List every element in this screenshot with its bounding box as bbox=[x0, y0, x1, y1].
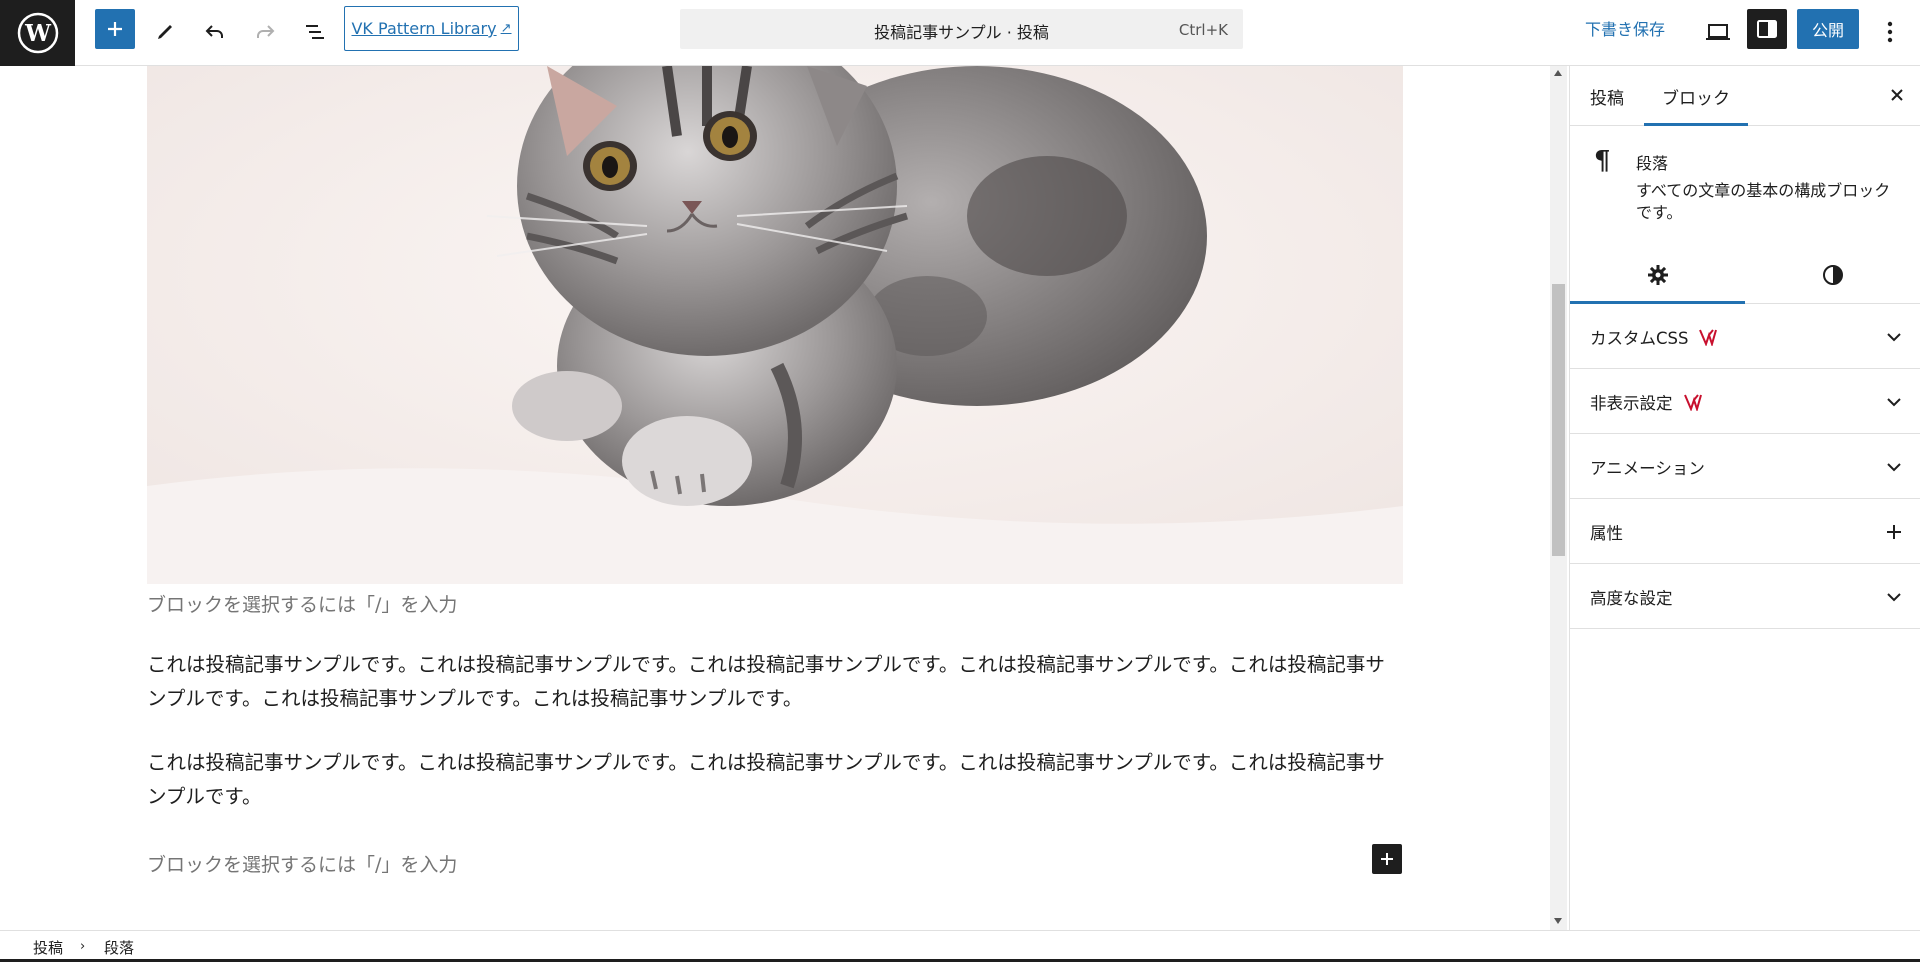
scroll-down-arrow-icon[interactable] bbox=[1554, 918, 1562, 924]
editor-canvas: ブロックを選択するには「/」を入力 これは投稿記事サンプルです。これは投稿記事サ… bbox=[0, 66, 1550, 930]
image-block[interactable] bbox=[147, 66, 1403, 584]
paragraph-block[interactable]: これは投稿記事サンプルです。これは投稿記事サンプルです。これは投稿記事サンプルで… bbox=[147, 746, 1403, 814]
panel-custom-css[interactable]: カスタムCSS bbox=[1570, 304, 1920, 369]
block-breadcrumb: 投稿 › 段落 bbox=[0, 930, 1920, 962]
panel-visibility[interactable]: 非表示設定 bbox=[1570, 369, 1920, 434]
panel-visibility-header: 非表示設定 bbox=[1590, 390, 1703, 414]
panel-attributes[interactable]: 属性 bbox=[1570, 499, 1920, 564]
paragraph-icon: ¶ bbox=[1594, 146, 1611, 176]
panel-custom-css-label: カスタムCSS bbox=[1590, 329, 1689, 348]
vk-badge-icon bbox=[1698, 328, 1718, 346]
list-view-icon bbox=[306, 25, 324, 39]
tools-button[interactable] bbox=[143, 10, 187, 54]
block-card-title: 段落 bbox=[1636, 154, 1669, 173]
block-appender-placeholder[interactable]: ブロックを選択するには「/」を入力 bbox=[147, 590, 457, 617]
tab-block[interactable]: ブロック bbox=[1662, 84, 1730, 109]
options-button[interactable] bbox=[1870, 10, 1910, 54]
close-icon bbox=[1891, 89, 1903, 101]
breadcrumb-item-post[interactable]: 投稿 bbox=[33, 937, 63, 958]
desktop-preview-icon bbox=[1706, 24, 1730, 40]
panel-animation[interactable]: アニメーション bbox=[1570, 434, 1920, 499]
document-overview-button[interactable] bbox=[293, 10, 337, 54]
plus-icon bbox=[1381, 853, 1393, 865]
vk-badge-icon bbox=[1683, 393, 1703, 411]
pencil-icon bbox=[158, 25, 172, 39]
preview-button[interactable] bbox=[1696, 10, 1740, 54]
add-block-button[interactable] bbox=[95, 9, 135, 49]
vk-pattern-library-link[interactable]: VK Pattern Library ↗ bbox=[344, 6, 519, 51]
scrollbar-thumb[interactable] bbox=[1552, 284, 1565, 556]
document-title: 投稿記事サンプル · 投稿 bbox=[874, 23, 1049, 42]
chevron-down-icon bbox=[1887, 398, 1901, 407]
inspector-tabs bbox=[1570, 246, 1920, 304]
chevron-down-icon bbox=[1887, 333, 1901, 342]
block-appender-placeholder[interactable]: ブロックを選択するには「/」を入力 bbox=[147, 850, 457, 877]
settings-sidebar-toggle[interactable] bbox=[1747, 9, 1787, 49]
plus-icon bbox=[108, 22, 122, 36]
sidebar-tabs: 投稿 ブロック bbox=[1570, 66, 1920, 126]
editor-scrollbar[interactable] bbox=[1550, 66, 1567, 930]
block-card: ¶ 段落 すべての文章の基本の構成ブロックです。 bbox=[1570, 126, 1920, 246]
redo-button[interactable] bbox=[243, 10, 287, 54]
scroll-up-arrow-icon[interactable] bbox=[1554, 70, 1562, 76]
panel-visibility-label: 非表示設定 bbox=[1590, 394, 1673, 413]
sidebar-toggle-icon bbox=[1757, 20, 1777, 38]
breadcrumb-separator-icon: › bbox=[80, 939, 86, 954]
panel-custom-css-header: カスタムCSS bbox=[1590, 325, 1718, 349]
save-draft-button[interactable]: 下書き保存 bbox=[1585, 16, 1665, 40]
styles-contrast-icon bbox=[1822, 265, 1843, 285]
vk-pattern-library-label: VK Pattern Library bbox=[351, 19, 497, 38]
settings-sidebar: 投稿 ブロック ¶ 段落 すべての文章の基本の構成ブロックです。 カスタムCSS… bbox=[1569, 66, 1920, 930]
command-shortcut: Ctrl+K bbox=[1178, 21, 1228, 39]
tab-settings[interactable] bbox=[1570, 246, 1745, 304]
wordpress-logo-icon[interactable]: W bbox=[0, 0, 75, 66]
redo-icon bbox=[257, 25, 275, 38]
panel-advanced[interactable]: 高度な設定 bbox=[1570, 564, 1920, 629]
external-link-icon: ↗ bbox=[500, 21, 512, 36]
panel-advanced-label: 高度な設定 bbox=[1590, 589, 1673, 608]
more-vertical-icon bbox=[1887, 21, 1893, 43]
close-sidebar-button[interactable] bbox=[1886, 84, 1908, 106]
panel-animation-label: アニメーション bbox=[1590, 459, 1705, 478]
undo-icon bbox=[205, 25, 223, 38]
gear-icon bbox=[1647, 265, 1668, 285]
panel-attributes-label: 属性 bbox=[1590, 524, 1623, 543]
paragraph-block[interactable]: これは投稿記事サンプルです。これは投稿記事サンプルです。これは投稿記事サンプルで… bbox=[147, 648, 1403, 716]
tab-post[interactable]: 投稿 bbox=[1590, 84, 1624, 109]
svg-text:W: W bbox=[24, 20, 52, 47]
publish-button[interactable]: 公開 bbox=[1797, 9, 1859, 49]
chevron-down-icon bbox=[1887, 463, 1901, 472]
breadcrumb-item-paragraph: 段落 bbox=[104, 939, 135, 957]
plus-icon bbox=[1887, 525, 1901, 539]
tab-styles[interactable] bbox=[1745, 246, 1920, 304]
kitten-photo bbox=[147, 66, 1403, 584]
block-inserter-button[interactable] bbox=[1372, 844, 1402, 874]
command-palette-bar[interactable]: 投稿記事サンプル · 投稿 Ctrl+K bbox=[680, 9, 1243, 49]
block-card-description: すべての文章の基本の構成ブロックです。 bbox=[1636, 181, 1891, 222]
chevron-down-icon bbox=[1887, 593, 1901, 602]
editor-header: W VK Pattern Library ↗ 投稿記事サンプル · 投稿 Ctr… bbox=[0, 0, 1920, 66]
undo-button[interactable] bbox=[193, 10, 237, 54]
